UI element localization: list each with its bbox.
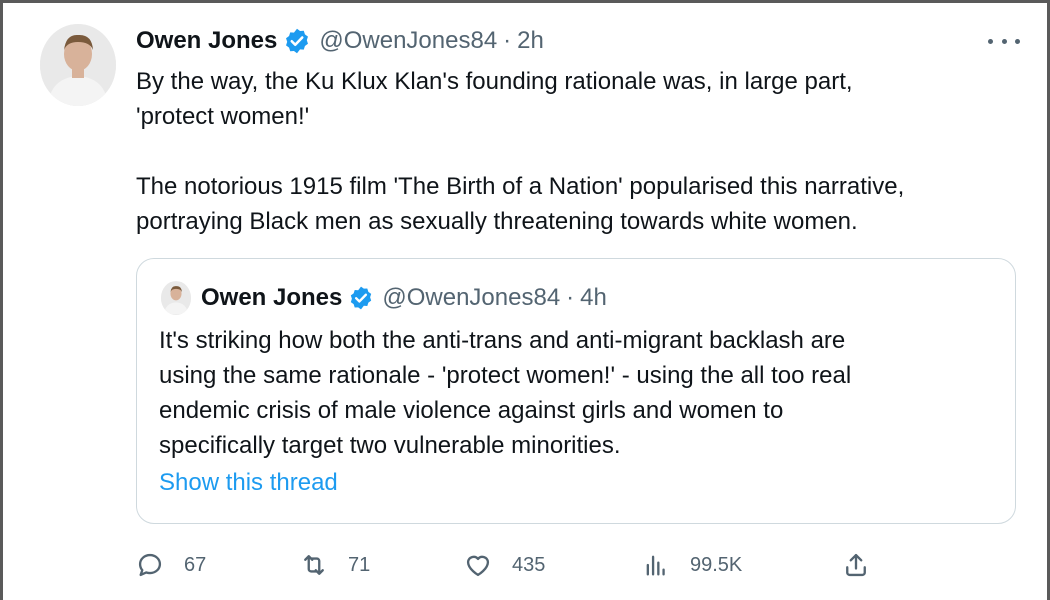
like-count: 435: [512, 553, 546, 576]
tweet-text-line: 'protect women!': [136, 103, 310, 130]
reply-button[interactable]: 67: [136, 545, 206, 585]
quote-timestamp: 4h: [580, 284, 607, 311]
author-handle[interactable]: @OwenJones84: [319, 27, 497, 55]
quote-text: It's striking how both the anti-trans an…: [159, 323, 999, 463]
views-button[interactable]: 99.5K: [642, 545, 742, 585]
more-icon[interactable]: [988, 30, 1020, 52]
share-button[interactable]: [842, 545, 890, 585]
tweet-text-line: portraying Black men as sexually threate…: [136, 208, 858, 235]
retweet-count: 71: [348, 553, 371, 576]
quote-text-line: It's striking how both the anti-trans an…: [159, 327, 846, 354]
avatar-photo: [40, 24, 116, 106]
share-icon: [846, 553, 866, 577]
tweet-text: By the way, the Ku Klux Klan's founding …: [136, 64, 1016, 239]
retweet-icon: [304, 555, 324, 575]
tweet-text-line: By the way, the Ku Klux Klan's founding …: [136, 68, 853, 95]
tweet-header: Owen Jones @OwenJones84 · 2h: [136, 24, 544, 58]
verified-badge-icon: [283, 27, 311, 55]
views-icon: [646, 555, 665, 576]
quote-header: Owen Jones @OwenJones84 · 4h: [161, 281, 607, 315]
views-count: 99.5K: [690, 553, 743, 576]
quote-author-handle: @OwenJones84: [382, 284, 561, 311]
tweet-timestamp[interactable]: 2h: [517, 27, 544, 55]
author-name[interactable]: Owen Jones: [136, 27, 277, 55]
more-dot: [1015, 38, 1020, 44]
quote-author-name: Owen Jones: [201, 284, 343, 311]
author-avatar[interactable]: [40, 24, 116, 106]
more-dot: [988, 38, 993, 44]
reply-count: 67: [184, 553, 207, 576]
heart-icon: [466, 555, 490, 577]
quote-author-avatar: [161, 281, 191, 315]
quote-text-line: specifically target two vulnerable minor…: [159, 432, 621, 459]
quote-header-separator: ·: [566, 284, 575, 311]
action-bar: 67 71 435 99.5K: [136, 545, 876, 585]
quote-text-line: using the same rationale - 'protect wome…: [159, 362, 852, 389]
header-separator: ·: [503, 27, 512, 54]
more-dot: [1001, 38, 1007, 44]
quoted-tweet[interactable]: Owen Jones @OwenJones84 · 4h It's striki…: [136, 258, 1016, 524]
quote-text-line: endemic crisis of male violence against …: [159, 397, 784, 424]
retweet-button[interactable]: 71: [300, 545, 370, 585]
show-thread-link[interactable]: Show this thread: [159, 469, 338, 497]
verified-badge-icon: [348, 285, 374, 311]
like-button[interactable]: 435: [464, 545, 545, 585]
tweet-text-line: The notorious 1915 film 'The Birth of a …: [136, 173, 905, 200]
reply-icon: [138, 553, 162, 577]
